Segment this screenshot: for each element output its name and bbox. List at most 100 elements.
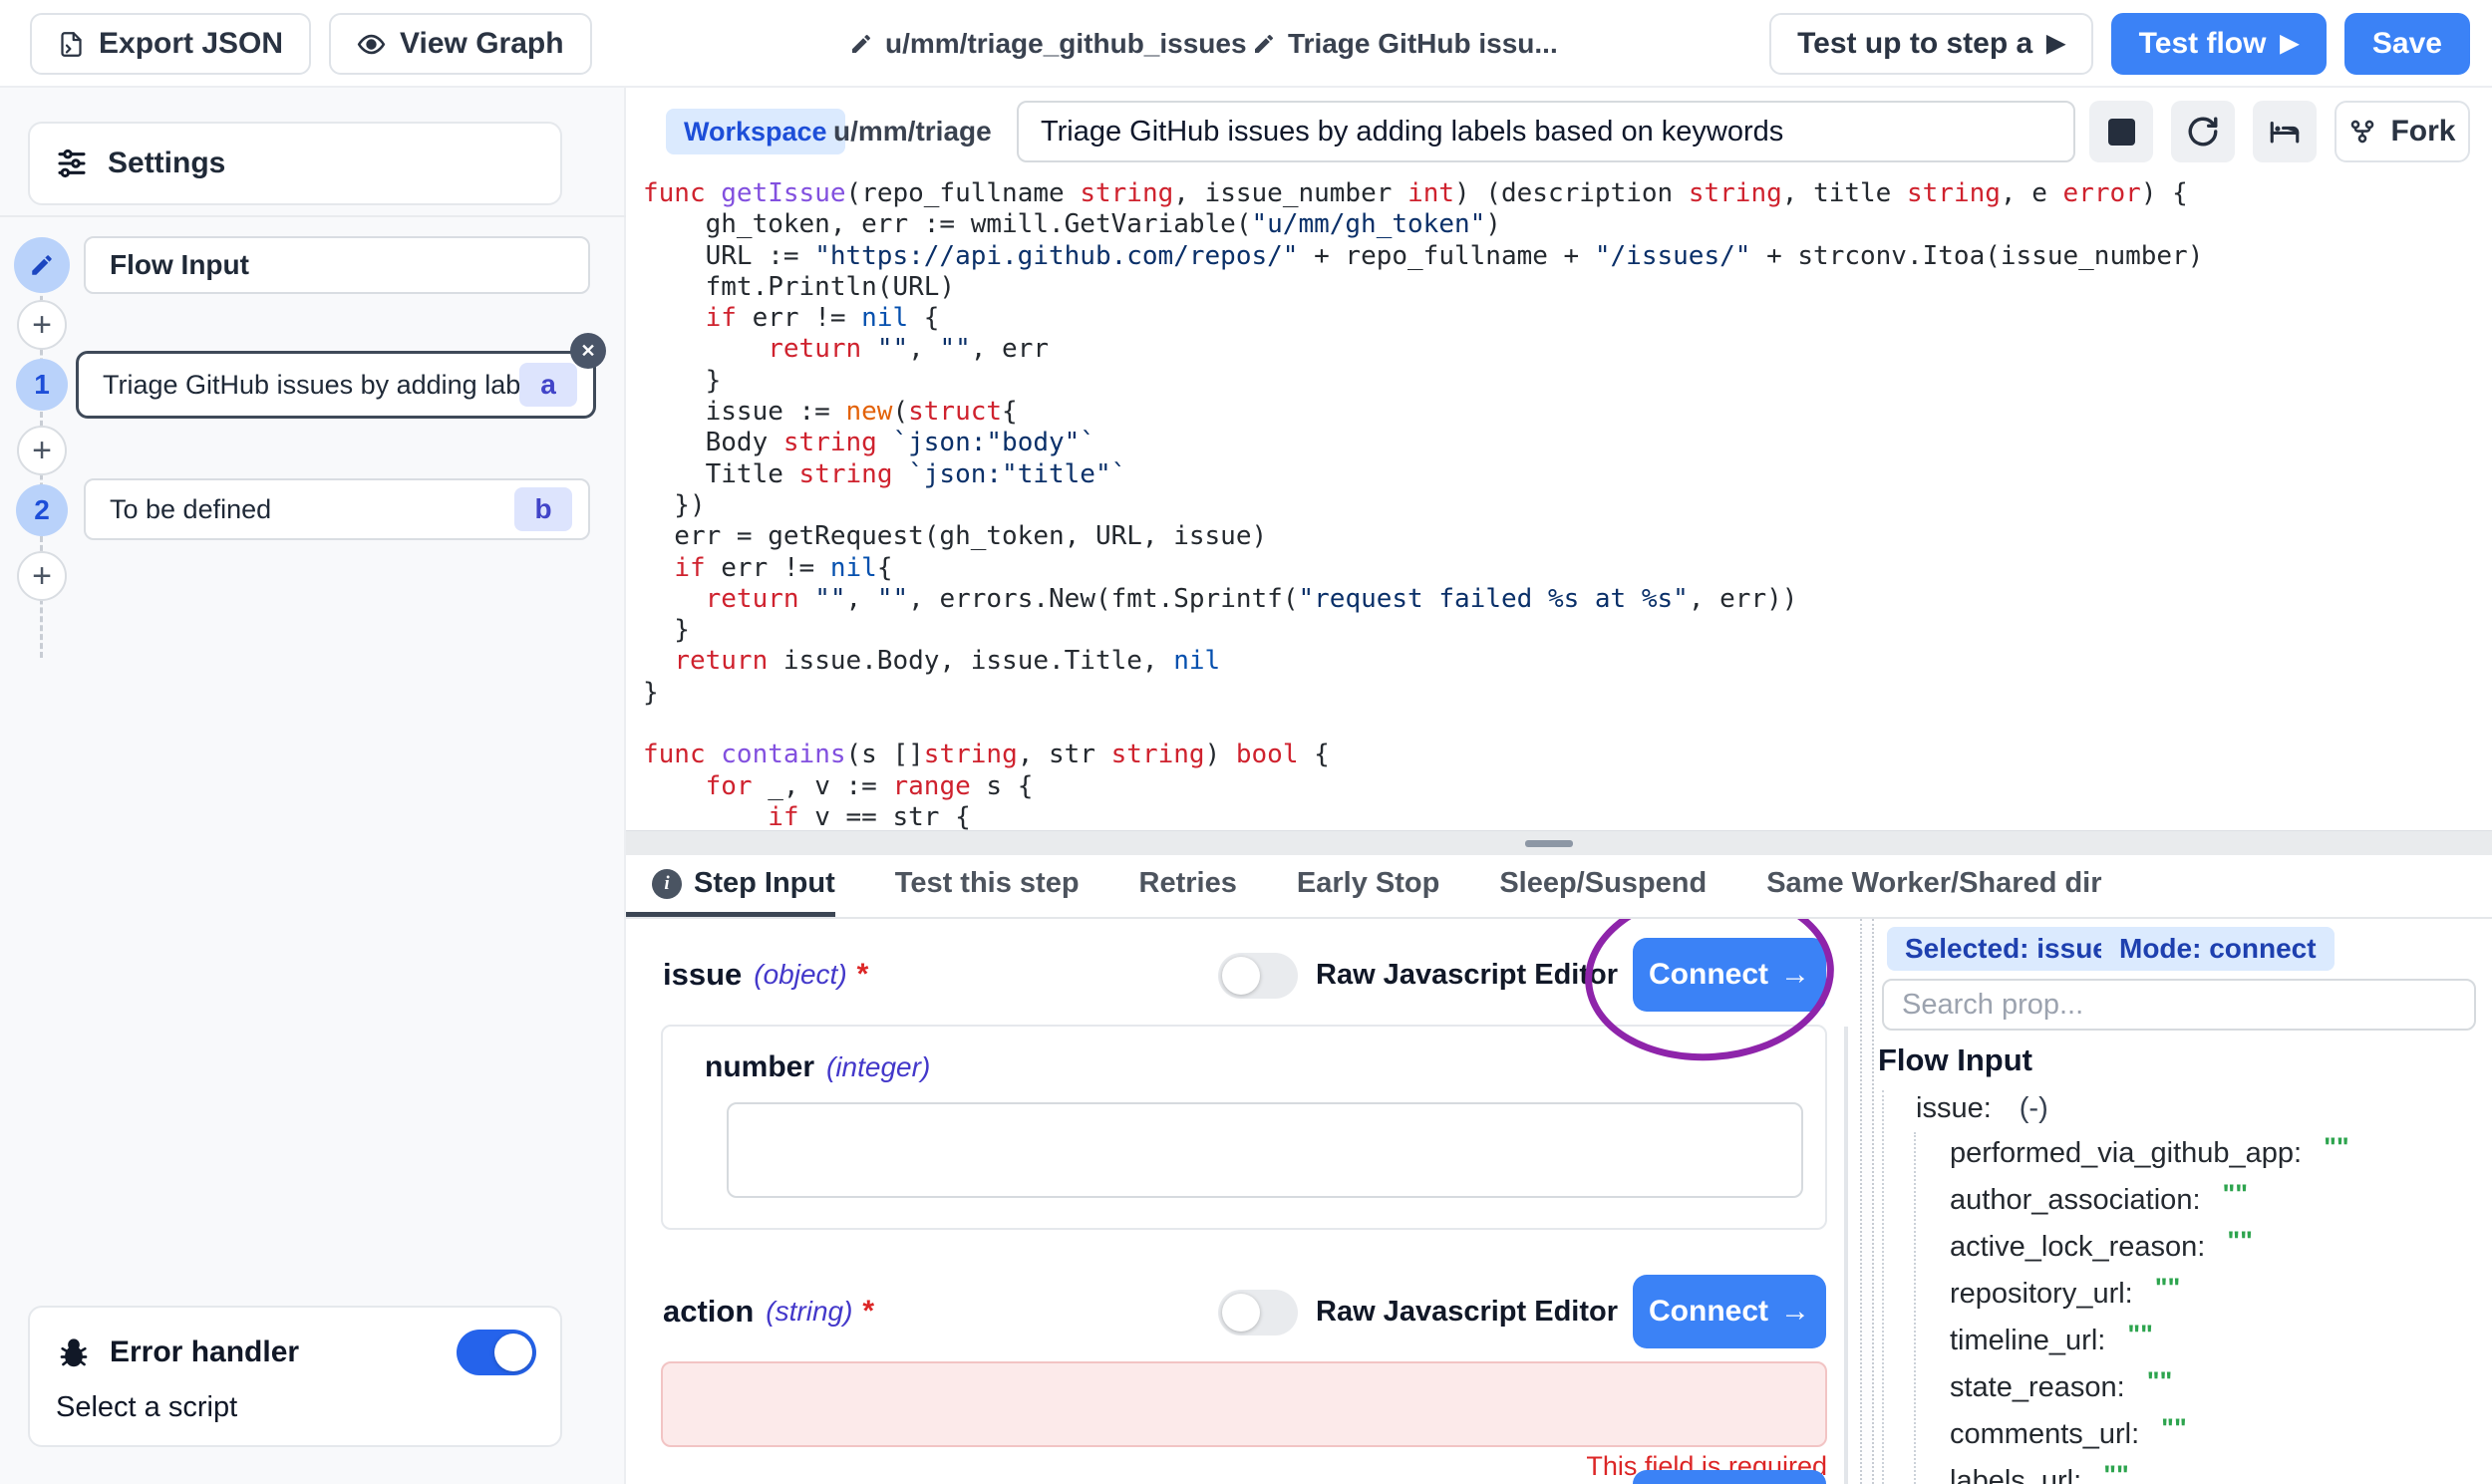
mode-badge: Mode: connect [2101,927,2335,971]
step-2-label: To be defined [110,494,514,525]
arrow-right-icon: → [1780,1295,1810,1329]
raw-editor-toggle-action[interactable] [1218,1290,1298,1336]
settings-label: Settings [108,147,225,180]
view-graph-button[interactable]: View Graph [329,13,592,75]
action-required-textarea[interactable] [661,1361,1827,1447]
bug-icon [56,1335,92,1370]
tab-test-this-step[interactable]: Test this step [895,855,1080,917]
code-line: } [643,615,2492,646]
code-line: if v == str { [643,802,2492,830]
tree-prop-row[interactable]: comments_url:"" [1950,1411,2488,1458]
step-number-label: 2 [34,494,50,526]
resize-handle[interactable] [1525,840,1573,847]
tree-prop-row[interactable]: author_association:"" [1950,1177,2488,1224]
raw-editor-label: Raw Javascript Editor [1316,1274,1618,1349]
connect-button-issue[interactable]: Connect → [1633,938,1826,1012]
fork-button[interactable]: Fork [2335,101,2470,162]
tab-sleep-suspend[interactable]: Sleep/Suspend [1499,855,1707,917]
remove-step-button[interactable]: ✕ [570,333,606,369]
tree-value: "" [2223,1179,2249,1210]
number-field-input[interactable] [727,1102,1803,1198]
fork-label: Fork [2390,115,2455,148]
field-label-number: number (integer) [705,1050,930,1084]
panel-resize-handle[interactable] [1860,919,1874,1484]
raw-editor-label: Raw Javascript Editor [1316,937,1618,1013]
step-node-2[interactable]: To be defined b [84,478,590,540]
tree-prop-row[interactable]: labels_url:"" [1950,1458,2488,1484]
add-step-button-middle[interactable]: + [17,426,67,475]
step-number-label: 1 [34,369,50,401]
breadcrumb-flow-path[interactable]: u/mm/triage_github_issues [849,0,1247,88]
code-line: fmt.Println(URL) [643,272,2492,303]
tree-key: performed_via_github_app: [1950,1137,2302,1170]
tab-same-worker[interactable]: Same Worker/Shared dir [1766,855,2101,917]
field-label-sender: sender (object) * [663,1469,891,1484]
breadcrumb-flow-path-label: u/mm/triage_github_issues [885,28,1247,60]
step-2-number: 2 [16,484,68,536]
arrow-right-icon: → [1780,958,1810,992]
tree-prop-row[interactable]: performed_via_github_app:"" [1950,1130,2488,1177]
tree-prop-row[interactable]: repository_url: "" [1950,1271,2488,1318]
tree-value: "" [2147,1366,2173,1397]
code-line: func contains(s []string, str string) bo… [643,740,2492,770]
add-step-button-bottom[interactable]: + [17,551,67,601]
error-handler-title: Error handler [110,1336,439,1369]
tree-value: "" [2103,1460,2129,1484]
script-path: u/mm/triage [833,88,992,174]
selected-badge: Selected: issue [1887,927,2126,971]
tab-label: Early Stop [1297,867,1439,900]
flow-input-tree-title: Flow Input [1878,1042,2032,1078]
test-up-to-step-button[interactable]: Test up to step a ▶ [1769,13,2093,75]
tab-retries[interactable]: Retries [1139,855,1237,917]
stop-button[interactable] [2089,101,2153,162]
close-icon: ✕ [580,341,595,362]
add-step-button-top[interactable]: + [17,300,67,350]
error-handler-card[interactable]: Error handler Select a script [28,1306,562,1447]
tree-key: repository_url: [1950,1278,2133,1311]
bed-sleep-button[interactable] [2253,101,2317,162]
field-row-sender: sender (object) * Raw Javascript Editor … [626,1469,1860,1484]
flow-summary-input[interactable] [1017,101,2075,162]
flow-input-node[interactable]: Flow Input [84,236,590,294]
tab-step-input[interactable]: i Step Input [626,855,835,917]
code-line: }) [643,490,2492,521]
test-up-to-step-label: Test up to step a [1797,27,2032,61]
topbar: Export JSON View Graph u/mm/triage_githu… [0,0,2492,88]
tree-node-issue[interactable]: issue: (-) [1916,1086,2048,1130]
refresh-button[interactable] [2171,101,2235,162]
tree-prop-row[interactable]: timeline_url:"" [1950,1318,2488,1364]
code-line: } [643,678,2492,709]
tree-prop-row[interactable]: active_lock_reason:"" [1950,1224,2488,1271]
code-lines: func getIssue(repo_fullname string, issu… [626,174,2492,830]
step-1-id-badge: a [519,363,577,407]
search-prop-input[interactable] [1882,979,2476,1031]
step-node-1-selected[interactable]: Triage GitHub issues by adding labels ..… [76,351,596,419]
code-editor[interactable]: func getIssue(repo_fullname string, issu… [626,174,2492,830]
settings-button[interactable]: Settings [28,122,562,205]
panel-scrollbar[interactable] [1844,1027,1848,1484]
plus-icon: + [32,557,52,596]
required-asterisk: * [857,958,869,992]
tab-label: Retries [1139,867,1237,900]
error-handler-toggle[interactable] [457,1330,536,1375]
connect-button-action[interactable]: Connect → [1633,1275,1826,1348]
tree-value: "" [2155,1273,2181,1304]
code-line: return issue.Body, issue.Title, nil [643,646,2492,677]
pencil-icon [849,32,873,56]
raw-editor-toggle-issue[interactable] [1218,953,1298,999]
breadcrumb-flow-title-label: Triage GitHub issu... [1288,28,1558,60]
topbar-left-actions: Export JSON View Graph [30,13,592,75]
tree-key: state_reason: [1950,1371,2125,1404]
test-flow-button[interactable]: Test flow ▶ [2111,13,2327,75]
step-1-number: 1 [16,359,68,411]
tree-prop-row[interactable]: state_reason: "" [1950,1364,2488,1411]
tab-label: Sleep/Suspend [1499,867,1707,900]
required-asterisk: * [862,1295,874,1329]
field-name: number [705,1050,814,1084]
connect-button-sender[interactable]: Connect → [1633,1470,1826,1484]
field-label-issue: issue (object) * [663,937,868,1013]
breadcrumb-flow-title[interactable]: Triage GitHub issu... [1252,0,1558,88]
export-json-button[interactable]: Export JSON [30,13,311,75]
save-button[interactable]: Save [2344,13,2470,75]
tab-early-stop[interactable]: Early Stop [1297,855,1439,917]
